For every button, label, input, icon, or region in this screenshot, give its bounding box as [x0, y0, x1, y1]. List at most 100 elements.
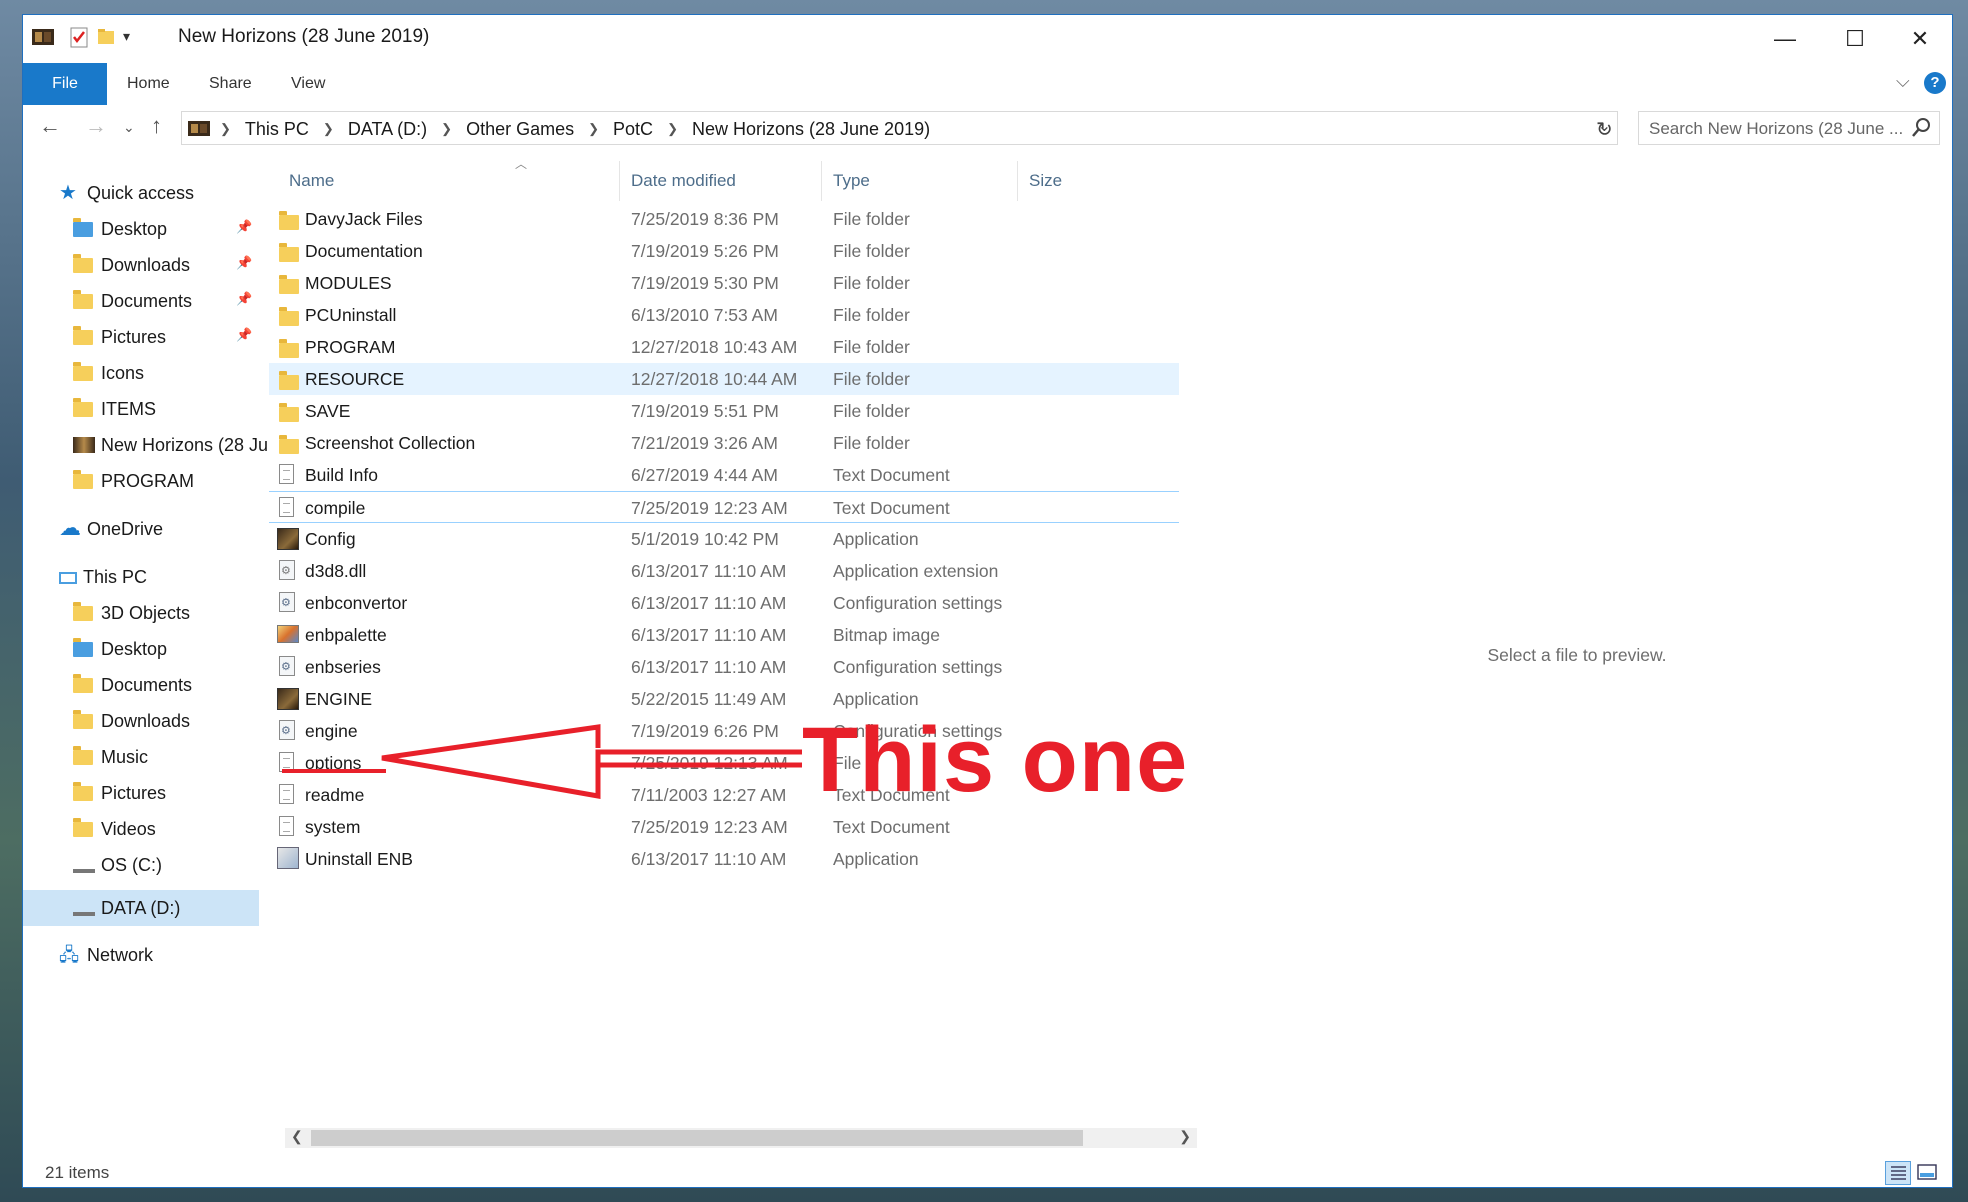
chevron-right-icon[interactable]: ❯ [441, 121, 452, 137]
file-row[interactable]: system 7/25/2019 12:23 AM Text Document [269, 811, 1179, 843]
nav-item-desktop-pc[interactable]: Desktop [73, 633, 167, 665]
column-header-type[interactable]: Type [833, 171, 870, 191]
breadcrumb-new-horizons[interactable]: New Horizons (28 June 2019) [692, 119, 930, 140]
address-bar[interactable]: ❯ This PC ❯ DATA (D:) ❯ Other Games ❯ Po… [181, 111, 1618, 145]
nav-onedrive[interactable]: ☁ OneDrive [59, 513, 163, 545]
column-header-size[interactable]: Size [1029, 171, 1062, 191]
file-row[interactable]: enbseries 6/13/2017 11:10 AM Configuration… [269, 651, 1179, 683]
up-arrow-icon[interactable]: ↑ [151, 113, 162, 139]
breadcrumb-other-games[interactable]: Other Games [466, 119, 574, 140]
file-row[interactable]: Uninstall ENB 6/13/2017 11:10 AM Applicati… [269, 843, 1179, 875]
pin-icon[interactable]: 📌 [236, 327, 252, 343]
file-row[interactable]: Screenshot Collection 7/21/2019 3:26 AM Fi… [269, 427, 1179, 459]
nav-quick-access[interactable]: ★ Quick access [59, 177, 194, 209]
nav-item-program[interactable]: PROGRAM [73, 465, 194, 497]
close-button[interactable]: ✕ [1885, 15, 1952, 63]
file-row[interactable]: Build Info 6/27/2019 4:44 AM Text Document [269, 459, 1179, 491]
chevron-right-icon[interactable]: ❯ [588, 121, 599, 137]
nav-item-icons[interactable]: Icons [73, 357, 144, 389]
scroll-left-icon[interactable]: ❮ [291, 1128, 303, 1145]
scroll-right-icon[interactable]: ❯ [1179, 1128, 1191, 1145]
tab-file[interactable]: File [23, 63, 107, 105]
nav-item-downloads[interactable]: Downloads [73, 249, 190, 281]
file-type: File folder [833, 241, 910, 261]
recent-locations-icon[interactable]: ⌄ [123, 119, 135, 136]
nav-network[interactable]: 🖧 Network [59, 939, 153, 971]
help-button[interactable]: ? [1924, 72, 1946, 94]
folder-file-icon [277, 209, 299, 230]
pin-icon[interactable]: 📌 [236, 291, 252, 307]
tab-home[interactable]: Home [127, 63, 170, 105]
customize-qat-icon[interactable]: ▾ [123, 28, 130, 45]
nav-label: This PC [83, 566, 148, 587]
scrollbar-thumb[interactable] [311, 1130, 1083, 1146]
nav-item-pictures-pc[interactable]: Pictures [73, 777, 166, 809]
nav-item-videos[interactable]: Videos [73, 813, 156, 845]
nav-item-data-d[interactable]: DATA (D:) [73, 892, 180, 924]
breadcrumb-potc[interactable]: PotC [613, 119, 653, 140]
file-type: File folder [833, 369, 910, 389]
nav-label: Documents [101, 674, 193, 695]
nav-item-os-c[interactable]: OS (C:) [73, 849, 162, 881]
pin-icon[interactable]: 📌 [236, 255, 252, 271]
forward-arrow-icon[interactable]: → [85, 113, 107, 139]
breadcrumb-data-d[interactable]: DATA (D:) [348, 119, 427, 140]
nav-item-music[interactable]: Music [73, 741, 148, 773]
refresh-icon[interactable]: ↻ [1596, 117, 1613, 142]
column-divider[interactable] [1017, 161, 1018, 201]
breadcrumb-this-pc[interactable]: This PC [245, 119, 309, 140]
file-row[interactable]: Config 5/1/2019 10:42 PM Application [269, 523, 1179, 555]
file-row[interactable]: PROGRAM 12/27/2018 10:43 AM File folder [269, 331, 1179, 363]
search-box[interactable]: Search New Horizons (28 June ... [1638, 111, 1940, 145]
nav-item-downloads-pc[interactable]: Downloads [73, 705, 190, 737]
nav-item-new-horizons[interactable]: New Horizons (28 Ju [73, 429, 268, 461]
large-icons-view-icon[interactable] [1915, 1161, 1941, 1185]
column-header-date[interactable]: Date modified [631, 171, 736, 191]
tab-view[interactable]: View [291, 63, 325, 105]
nav-this-pc[interactable]: This PC [59, 561, 147, 593]
properties-icon[interactable] [67, 25, 91, 49]
file-date: 7/25/2019 12:23 AM [631, 498, 788, 518]
nav-item-3d-objects[interactable]: 3D Objects [73, 597, 190, 629]
nav-label: ITEMS [101, 398, 157, 419]
column-divider[interactable] [821, 161, 822, 201]
file-row[interactable]: compile 7/25/2019 12:23 AM Text Document [269, 491, 1179, 523]
nav-item-pictures[interactable]: Pictures [73, 321, 166, 353]
file-row[interactable]: d3d8.dll 6/13/2017 11:10 AM Application ex… [269, 555, 1179, 587]
chevron-right-icon[interactable]: ❯ [667, 121, 678, 137]
preview-pane: Select a file to preview. [1201, 155, 1952, 1135]
column-header-name[interactable]: Name [289, 171, 334, 191]
file-name: compile [305, 498, 366, 518]
file-row[interactable]: SAVE 7/19/2019 5:51 PM File folder [269, 395, 1179, 427]
nav-item-desktop[interactable]: Desktop [73, 213, 167, 245]
file-row[interactable]: enbpalette 6/13/2017 11:10 AM Bitmap image [269, 619, 1179, 651]
file-row[interactable]: Documentation 7/19/2019 5:26 PM File folde… [269, 235, 1179, 267]
maximize-button[interactable]: ☐ [1820, 15, 1890, 63]
chevron-right-icon[interactable]: ❯ [323, 121, 334, 137]
file-row[interactable]: PCUninstall 6/13/2010 7:53 AM File folder [269, 299, 1179, 331]
pin-icon[interactable]: 📌 [236, 219, 252, 235]
file-row[interactable]: MODULES 7/19/2019 5:30 PM File folder [269, 267, 1179, 299]
expand-ribbon-icon[interactable]: ⌵ [1896, 71, 1910, 92]
horizontal-scrollbar[interactable]: ❮ ❯ [285, 1128, 1197, 1148]
music-folder-icon [73, 746, 95, 767]
nav-label: Documents [101, 290, 193, 311]
search-icon[interactable] [1911, 117, 1931, 139]
details-view-icon[interactable] [1885, 1161, 1911, 1185]
column-divider[interactable] [619, 161, 620, 201]
nav-item-documents-pc[interactable]: Documents [73, 669, 192, 701]
ribbon-tabs: File Home Share View ⌵ ? [23, 63, 1952, 105]
back-arrow-icon[interactable]: ← [39, 113, 61, 139]
explorer-window: ▾ New Horizons (28 June 2019) — ☐ ✕ File… [22, 14, 1953, 1188]
nav-item-documents[interactable]: Documents [73, 285, 192, 317]
file-name: PROGRAM [305, 337, 396, 357]
tab-share[interactable]: Share [209, 63, 252, 105]
nav-item-items[interactable]: ITEMS [73, 393, 156, 425]
minimize-button[interactable]: — [1750, 15, 1820, 63]
new-folder-icon[interactable] [95, 25, 119, 49]
file-date: 6/13/2017 11:10 AM [631, 593, 787, 613]
search-placeholder[interactable]: Search New Horizons (28 June ... [1649, 119, 1903, 139]
file-row[interactable]: enbconvertor 6/13/2017 11:10 AM Configurat… [269, 587, 1179, 619]
file-row[interactable]: RESOURCE 12/27/2018 10:44 AM File folder [269, 363, 1179, 395]
file-row[interactable]: DavyJack Files 7/25/2019 8:36 PM File fold… [269, 203, 1179, 235]
